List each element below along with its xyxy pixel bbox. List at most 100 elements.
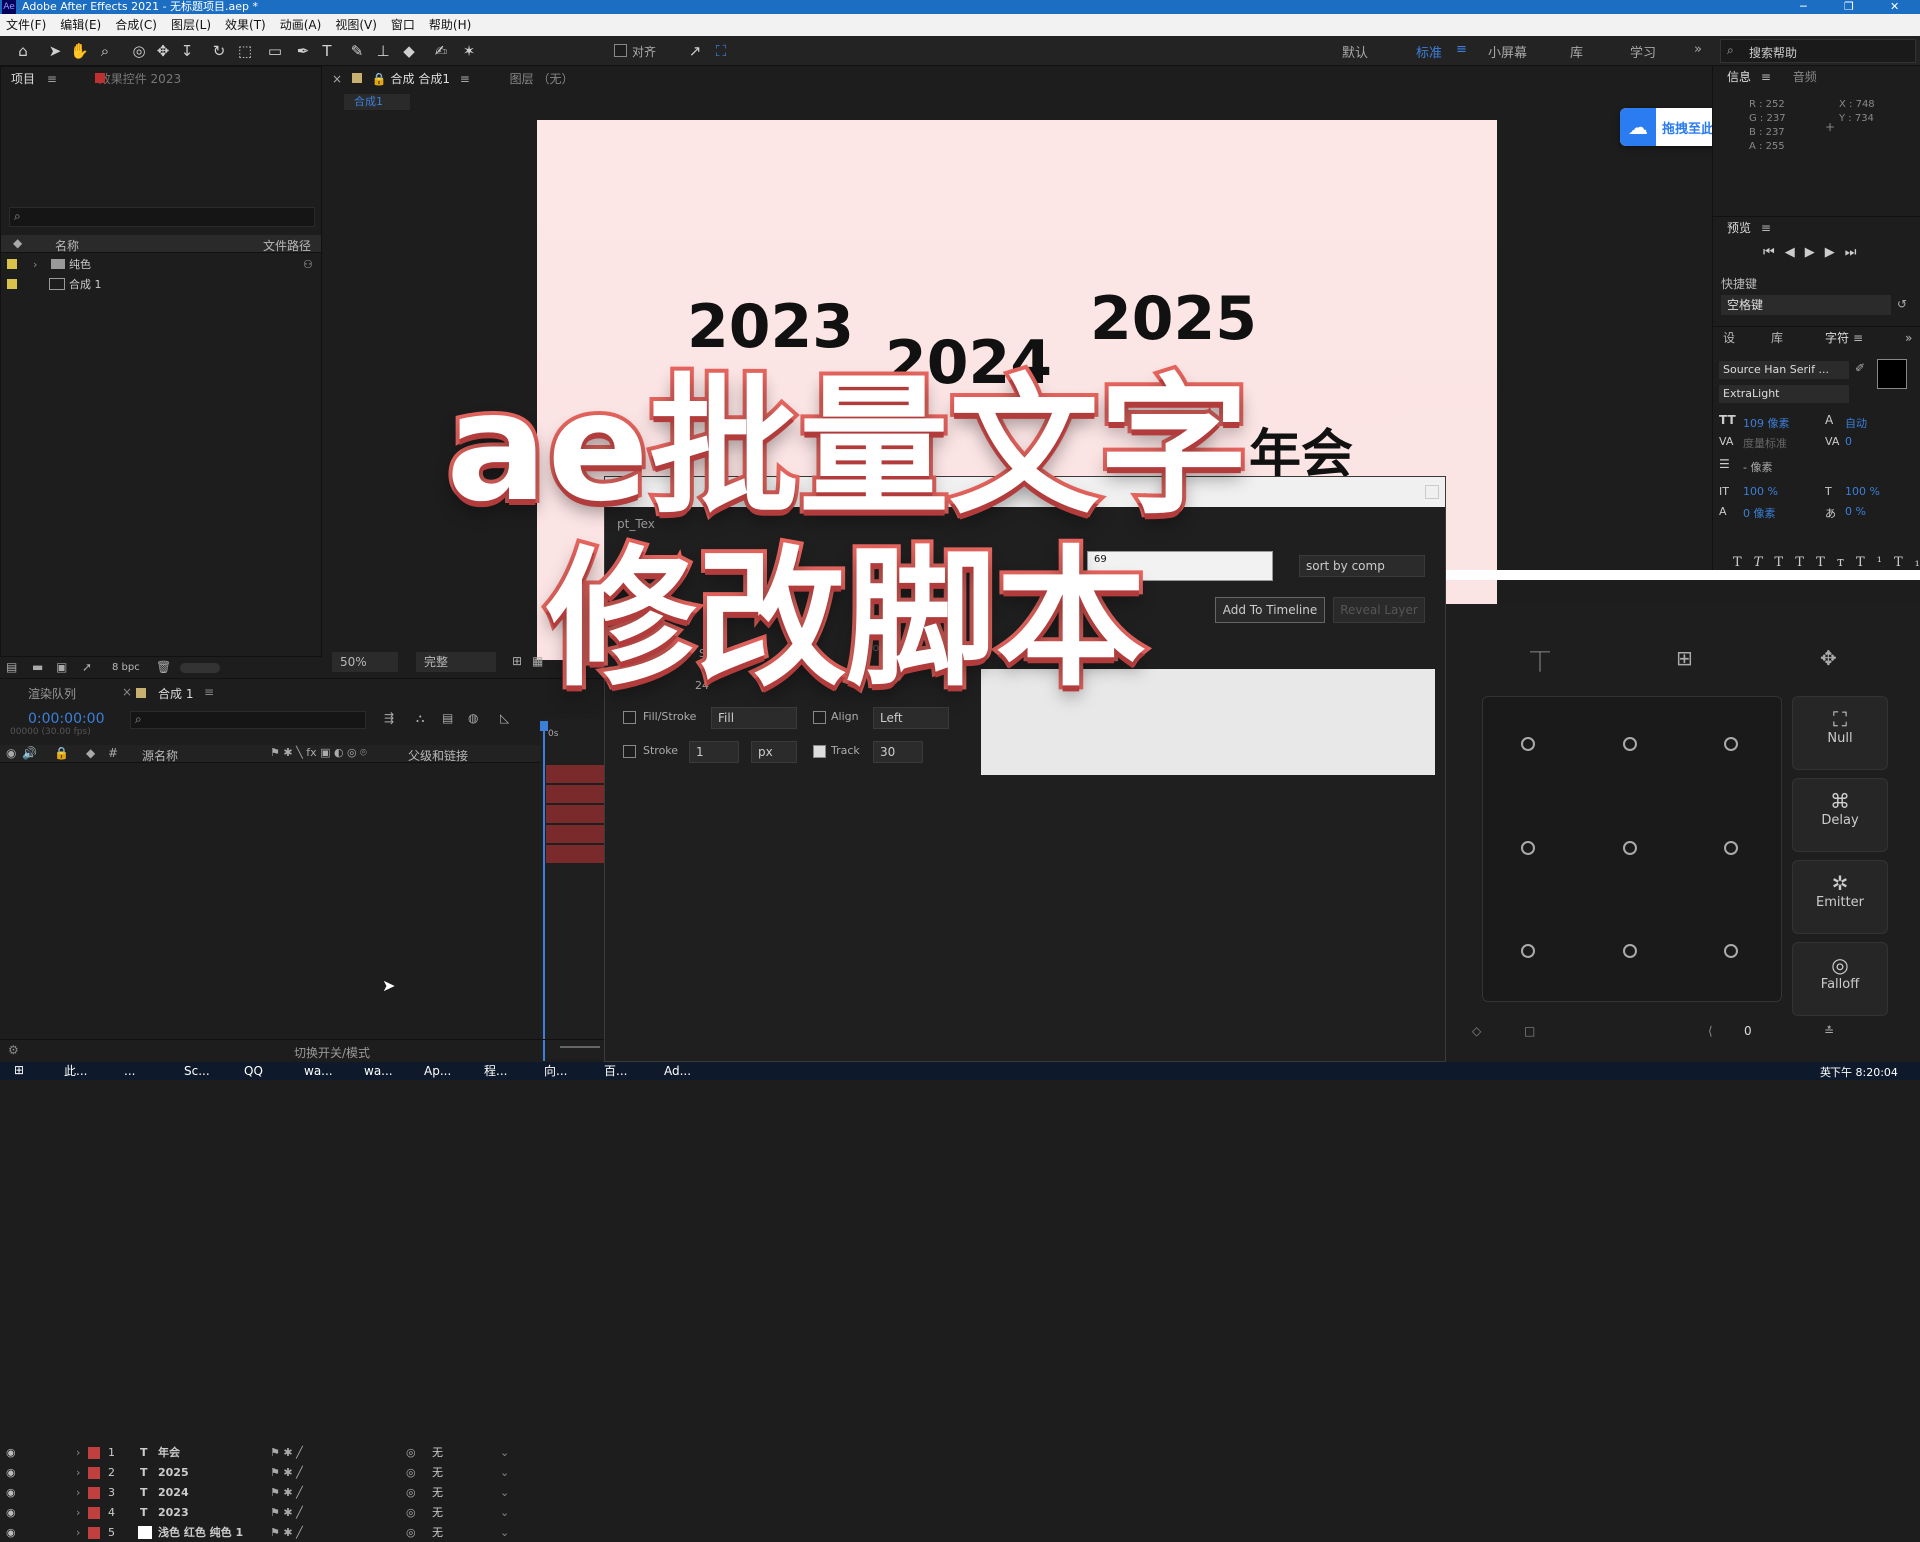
graph-editor-icon[interactable]: ◺ [500, 711, 509, 725]
tab-library[interactable]: 库 [1771, 327, 1783, 349]
chevron-down-icon[interactable]: ⌄ [500, 1483, 509, 1502]
new-folder-icon[interactable]: ▬ [32, 660, 43, 674]
panel-menu-icon[interactable]: ≡ [460, 72, 470, 86]
chevron-down-icon[interactable]: ⌄ [500, 1503, 509, 1522]
snap-icon[interactable]: ↗ [686, 42, 704, 60]
panel-menu-icon[interactable]: ≡ [204, 685, 214, 699]
toggle-switches-modes[interactable]: 切换开关/模式 [294, 1044, 370, 1061]
layer-bar[interactable] [546, 785, 604, 803]
trash-icon[interactable]: 🗑 [156, 660, 171, 674]
taskbar-item[interactable]: Ap... [424, 1062, 451, 1080]
interpret-footage-icon[interactable]: ▤ [6, 660, 17, 674]
playhead-handle[interactable] [540, 721, 548, 731]
fill-color-swatch[interactable] [1877, 359, 1907, 389]
comp-breadcrumb[interactable]: 合成1 [344, 94, 410, 110]
tab-info[interactable]: 信息 [1727, 70, 1751, 84]
windows-start-icon[interactable]: ⊞ [14, 1063, 24, 1077]
minimize-icon[interactable]: ─ [1800, 0, 1807, 14]
zoom-select[interactable]: 50% [332, 652, 398, 672]
reveal-layer-button[interactable]: Reveal Layer [1333, 597, 1425, 623]
prev-frame-icon[interactable]: ◀ [1785, 245, 1805, 260]
orbit-tool-icon[interactable]: ◎ [130, 42, 148, 60]
stroke-unit-select[interactable]: px [751, 741, 797, 763]
sort-select[interactable]: sort by comp [1299, 555, 1425, 577]
eraser-tool-icon[interactable]: ◆ [400, 42, 418, 60]
layer-switches-icon[interactable]: ⚙ [8, 1043, 19, 1057]
project-item-solids[interactable]: › 纯色 ⚇ [1, 255, 321, 274]
motion-blur-icon[interactable]: ◍ [468, 711, 478, 725]
more-panels-icon[interactable]: » [1905, 327, 1912, 349]
project-item-comp[interactable]: 合成 1 [1, 275, 321, 294]
draft-3d-icon[interactable]: ⛬ [416, 711, 424, 726]
roto-brush-tool-icon[interactable]: ✍ [432, 42, 450, 60]
layer-search-input[interactable]: ⌕ [130, 711, 366, 729]
tab-preview[interactable]: 预览 [1727, 221, 1751, 235]
transparency-grid-icon[interactable]: ▦ [532, 654, 543, 668]
dolly-tool-icon[interactable]: ↧ [178, 42, 196, 60]
first-frame-icon[interactable]: ⏮ [1763, 245, 1785, 260]
subscript-icon[interactable]: T₁ [1894, 555, 1920, 570]
font-style-select[interactable]: ExtraLight [1719, 385, 1849, 403]
visibility-eye-icon[interactable]: ◉ [6, 1463, 16, 1482]
layer-row[interactable]: ◉ › 1 T 年会 ⚑ ✱ ╱ ◎ 无 ⌄ [0, 1443, 540, 1462]
anchor-dot[interactable] [1521, 737, 1535, 751]
layer-name[interactable]: 2025 [158, 1463, 189, 1482]
layer-switch-icons[interactable]: ⚑ ✱ ╱ [270, 1503, 303, 1522]
tab-character[interactable]: 字符 [1825, 327, 1849, 349]
pick-whip-icon[interactable]: ◎ [406, 1503, 416, 1522]
thumbnail-slider[interactable] [180, 663, 220, 673]
chevron-right-icon[interactable]: › [76, 1443, 80, 1462]
last-frame-icon[interactable]: ⏭ [1845, 245, 1867, 260]
eyedropper-icon[interactable]: ✐ [1855, 361, 1865, 375]
anchor-dot[interactable] [1623, 944, 1637, 958]
align-checkbox[interactable] [614, 44, 627, 57]
layer-name[interactable]: 2023 [158, 1503, 189, 1522]
menu-help[interactable]: 帮助(H) [429, 14, 471, 36]
pick-whip-icon[interactable]: ◎ [406, 1443, 416, 1462]
pan-behind-tool-icon[interactable]: ⬚ [236, 42, 254, 60]
layer-bar[interactable] [546, 805, 604, 823]
all-caps-icon[interactable]: TT [1774, 555, 1816, 570]
col-source-name[interactable]: 源名称 [142, 747, 178, 764]
rotate-tool-icon[interactable]: ↻ [210, 42, 228, 60]
more-workspaces-icon[interactable]: » [1694, 42, 1702, 57]
menu-animation[interactable]: 动画(A) [280, 14, 322, 36]
layer-row[interactable]: ◉ › 2 T 2025 ⚑ ✱ ╱ ◎ 无 ⌄ [0, 1463, 540, 1482]
layer-switch-icons[interactable]: ⚑ ✱ ╱ [270, 1483, 303, 1502]
project-search-input[interactable]: ⌕ [9, 207, 315, 227]
small-caps-icon[interactable]: Tт [1816, 555, 1856, 570]
anchor-dot[interactable] [1724, 841, 1738, 855]
kerning-value[interactable]: 度量标准 [1743, 435, 1787, 451]
col-parent-link[interactable]: 父级和链接 [408, 747, 468, 764]
taskbar-item[interactable]: Sc... [184, 1062, 210, 1080]
close-tab-icon[interactable]: × [332, 72, 342, 86]
taskbar-item[interactable]: ... [124, 1062, 135, 1080]
bit-depth[interactable]: 8 bpc [112, 662, 140, 673]
shy-layers-icon[interactable]: ▤ [442, 711, 453, 725]
hand-tool-icon[interactable]: ✋ [70, 42, 89, 60]
taskbar-item[interactable]: wa... [304, 1062, 333, 1080]
pick-whip-icon[interactable]: ◎ [406, 1523, 416, 1542]
add-to-timeline-button[interactable]: Add To Timeline [1215, 597, 1325, 623]
tab-project[interactable]: 项目 [11, 72, 35, 86]
layer-row[interactable]: ◉ › 3 T 2024 ⚑ ✱ ╱ ◎ 无 ⌄ [0, 1483, 540, 1502]
panel-menu-icon[interactable]: ≡ [1761, 221, 1771, 235]
layer-switch-icons[interactable]: ⚑ ✱ ╱ [270, 1463, 303, 1482]
menu-file[interactable]: 文件(F) [6, 14, 46, 36]
comp-flowchart-icon[interactable]: ⇶ [384, 711, 394, 725]
leading-value[interactable]: 自动 [1845, 415, 1867, 431]
vertical-scale-value[interactable]: 100 % [1743, 485, 1778, 498]
lock-icon[interactable]: 🔒 [372, 72, 387, 86]
close-tab-icon[interactable]: × [122, 685, 132, 699]
pan-tool-icon[interactable]: ✥ [154, 42, 172, 60]
zoom-tool-icon[interactable]: ⌕ [96, 42, 114, 60]
taskbar-item[interactable]: Ad... [664, 1062, 691, 1080]
tab-effects-controls[interactable]: 效果控件 2023 [99, 72, 181, 86]
layer-name[interactable]: 浅色 红色 纯色 1 [158, 1523, 243, 1542]
diamond-icon[interactable]: ◇ [1472, 1024, 1481, 1038]
move-icon[interactable]: ✥ [1820, 646, 1837, 670]
help-search-box[interactable]: ⌕ 搜索帮助 [1720, 39, 1916, 63]
play-icon[interactable]: ▶ [1805, 245, 1825, 260]
align-checkbox[interactable] [813, 711, 826, 724]
chevron-right-icon[interactable]: › [76, 1523, 80, 1542]
